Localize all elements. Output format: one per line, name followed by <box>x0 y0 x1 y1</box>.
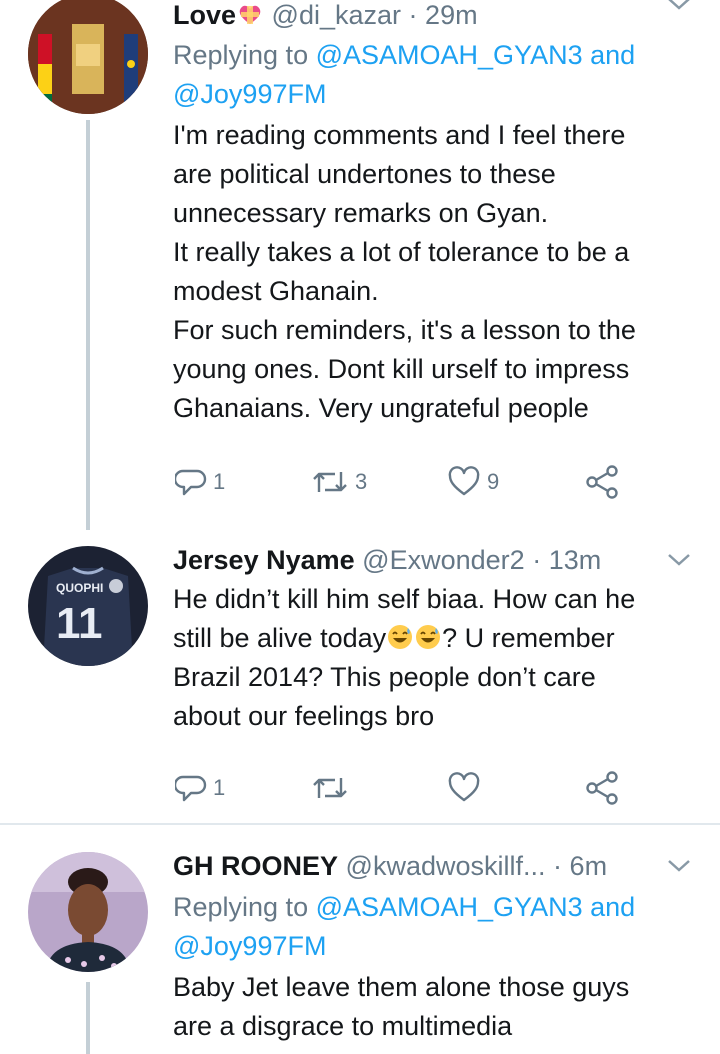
display-name[interactable]: Jersey Nyame <box>173 545 355 575</box>
tweet-1[interactable]: Love @di_kazar · 29m Replying to @ASAMOA… <box>0 0 720 530</box>
jersey-name: QUOPHI <box>56 581 103 595</box>
replying-to: Replying to @ASAMOAH_GYAN3 and @Joy997FM <box>173 36 692 114</box>
share-button[interactable] <box>583 462 621 502</box>
tweet-text: He didn’t kill him self biaa. How can he… <box>173 580 692 736</box>
tweet-line: Baby Jet leave them alone those guys <box>173 972 630 1002</box>
timestamp[interactable]: 29m <box>425 0 478 30</box>
tweet-line: Brazil 2014? This people don’t care <box>173 662 596 692</box>
tweet-header: Love @di_kazar · 29m <box>173 0 692 30</box>
replying-to: Replying to @ASAMOAH_GYAN3 and @Joy997FM <box>173 888 692 966</box>
tweet-3[interactable]: GH ROONEY @kwadwoskillf... · 6m Replying… <box>0 825 720 1054</box>
tweet-line-part: still be alive today <box>173 623 387 653</box>
retweet-icon <box>313 472 347 492</box>
heart-icon <box>448 466 480 496</box>
retweet-icon <box>313 778 347 798</box>
separator: · <box>553 851 563 881</box>
chevron-down-icon[interactable] <box>666 0 692 14</box>
tweet-header: GH ROONEY @kwadwoskillf... · 6m <box>173 852 692 880</box>
separator: · <box>532 545 542 575</box>
mention-link[interactable]: @ASAMOAH_GYAN3 and <box>316 892 636 922</box>
tweet-2[interactable]: QUOPHI 11 Jersey Nyame @Exwonder2 · 13m … <box>0 530 720 822</box>
tweet-text: Baby Jet leave them alone those guys are… <box>173 968 692 1046</box>
retweet-button[interactable]: 3 <box>311 462 367 502</box>
tweet-line: I'm reading comments and I feel there <box>173 120 626 150</box>
grinning-sweat-emoji <box>388 625 413 649</box>
mention-link[interactable]: @Joy997FM <box>173 79 326 109</box>
mention-link[interactable]: @ASAMOAH_GYAN3 and <box>316 40 636 70</box>
tweet-line: modest Ghanain. <box>173 276 379 306</box>
reply-count: 1 <box>213 469 226 494</box>
tweet-line: are political undertones to these <box>173 159 556 189</box>
chevron-down-icon[interactable] <box>666 550 692 570</box>
tweet-line: It really takes a lot of tolerance to be… <box>173 237 630 267</box>
handle[interactable]: @di_kazar <box>272 0 401 30</box>
avatar[interactable] <box>28 852 148 972</box>
reply-button[interactable]: 1 <box>175 462 225 502</box>
grinning-sweat-emoji <box>416 625 441 649</box>
handle[interactable]: @kwadwoskillf... <box>346 851 546 881</box>
reply-count: 1 <box>213 775 226 800</box>
tweet-line: young ones. Dont kill urself to impress <box>173 354 630 384</box>
avatar[interactable]: QUOPHI 11 <box>28 546 148 666</box>
share-icon <box>586 771 618 805</box>
thread-line <box>86 120 90 530</box>
like-button[interactable]: 9 <box>447 462 499 502</box>
timestamp[interactable]: 13m <box>549 545 602 575</box>
separator: · <box>408 0 418 30</box>
like-count: 9 <box>487 469 500 494</box>
replying-to-label: Replying to <box>173 40 309 70</box>
avatar[interactable] <box>28 0 148 114</box>
share-button[interactable] <box>583 768 621 808</box>
tweet-actions: 1 3 9 <box>173 462 692 502</box>
chevron-down-icon[interactable] <box>666 856 692 876</box>
tweet-header: Jersey Nyame @Exwonder2 · 13m <box>173 546 692 574</box>
thread-line <box>86 982 90 1054</box>
tweet-line: about our feelings bro <box>173 701 435 731</box>
reply-icon <box>175 775 207 802</box>
handle[interactable]: @Exwonder2 <box>362 545 525 575</box>
replying-to-label: Replying to <box>173 892 309 922</box>
retweet-button[interactable] <box>311 768 349 808</box>
tweet-line: unnecessary remarks on Gyan. <box>173 198 549 228</box>
tweet-line: For such reminders, it's a lesson to the <box>173 315 636 345</box>
tweet-line-part: ? U remember <box>442 623 615 653</box>
tweet-actions: 1 <box>173 768 692 808</box>
heart-icon <box>448 772 480 802</box>
display-name[interactable]: GH ROONEY <box>173 851 338 881</box>
timestamp[interactable]: 6m <box>570 851 608 881</box>
tweet-text: I'm reading comments and I feel there ar… <box>173 116 692 428</box>
like-button[interactable] <box>447 768 481 808</box>
tweet-line: He didn’t kill him self biaa. How can he <box>173 584 636 614</box>
tweet-line: Ghanaians. Very ungrateful people <box>173 393 589 423</box>
mention-link[interactable]: @Joy997FM <box>173 931 326 961</box>
share-icon <box>586 465 618 499</box>
reply-icon <box>175 469 207 496</box>
sparkling-heart-emoji <box>239 5 261 24</box>
jersey-number: 11 <box>56 599 103 648</box>
reply-button[interactable]: 1 <box>175 768 225 808</box>
tweet-line: still be alive today ? U remember <box>173 619 692 658</box>
retweet-count: 3 <box>355 469 368 494</box>
display-name[interactable]: Love <box>173 0 236 30</box>
tweet-line: are a disgrace to multimedia <box>173 1011 513 1041</box>
